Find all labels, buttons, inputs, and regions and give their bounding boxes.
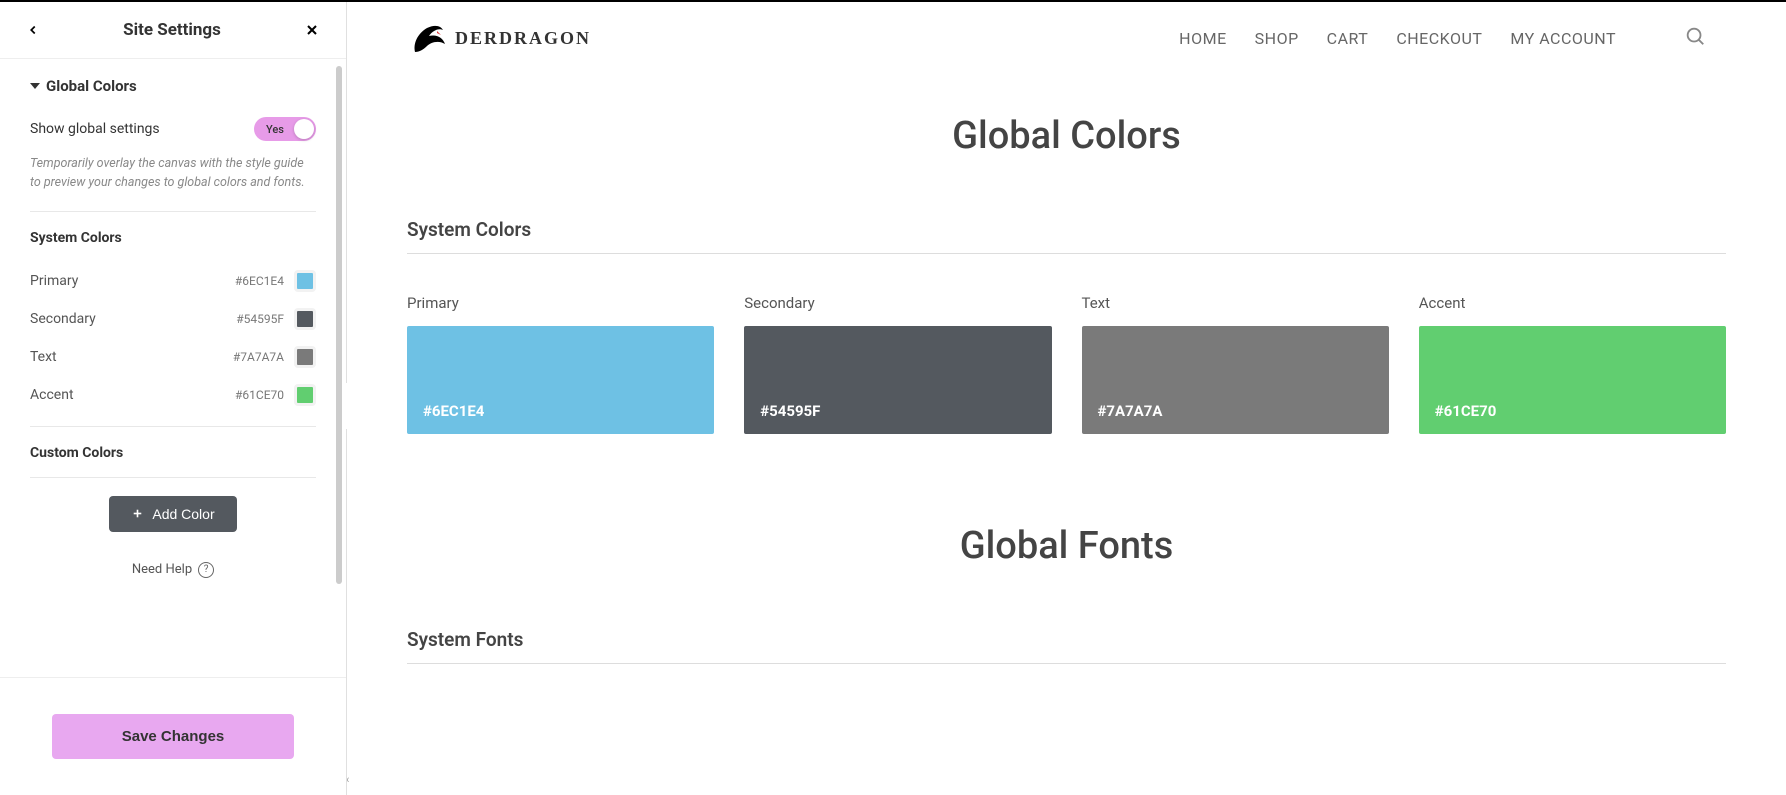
settings-sidebar: Site Settings Global Colors Show global … bbox=[0, 2, 347, 795]
swatch-label: Accent bbox=[1419, 294, 1726, 312]
custom-colors-title: Custom Colors bbox=[30, 445, 316, 461]
save-changes-button[interactable]: Save Changes bbox=[52, 714, 294, 759]
sidebar-title: Site Settings bbox=[123, 20, 221, 40]
color-swatch-accent[interactable] bbox=[294, 384, 316, 406]
global-fonts-heading: Global Fonts bbox=[407, 524, 1726, 568]
color-row-secondary: Secondary #54595F bbox=[30, 300, 316, 338]
rule bbox=[407, 663, 1726, 664]
toggle-knob bbox=[294, 119, 314, 139]
swatch-card-primary: Primary #6EC1E4 bbox=[407, 294, 714, 434]
swatch-block: #7A7A7A bbox=[1082, 326, 1389, 434]
color-row-primary: Primary #6EC1E4 bbox=[30, 262, 316, 300]
preview-pane: DERDRAGON HOME SHOP CART CHECKOUT MY ACC… bbox=[347, 0, 1786, 795]
search-button[interactable] bbox=[1684, 25, 1706, 51]
need-help-label: Need Help bbox=[132, 562, 192, 577]
color-name: Primary bbox=[30, 273, 78, 289]
swatch-hex: #61CE70 bbox=[1435, 402, 1497, 420]
site-logo[interactable]: DERDRAGON bbox=[407, 16, 591, 60]
color-name: Secondary bbox=[30, 311, 96, 327]
color-hex: #6EC1E4 bbox=[235, 274, 284, 288]
close-button[interactable] bbox=[300, 18, 324, 42]
nav-link-account[interactable]: MY ACCOUNT bbox=[1510, 29, 1616, 48]
color-hex: #61CE70 bbox=[235, 388, 284, 402]
preview-content: Global Colors System Colors Primary #6EC… bbox=[347, 74, 1786, 744]
color-name: Text bbox=[30, 349, 57, 365]
swatch-block: #61CE70 bbox=[1419, 326, 1726, 434]
search-icon bbox=[1684, 25, 1706, 47]
nav-link-shop[interactable]: SHOP bbox=[1255, 29, 1299, 48]
sidebar-header: Site Settings bbox=[0, 2, 346, 59]
color-name: Accent bbox=[30, 387, 74, 403]
section-label: Global Colors bbox=[46, 77, 137, 95]
sidebar-body: Global Colors Show global settings Yes T… bbox=[0, 59, 346, 677]
swatch-label: Primary bbox=[407, 294, 714, 312]
swatch-hex: #6EC1E4 bbox=[423, 402, 484, 420]
color-row-text: Text #7A7A7A bbox=[30, 338, 316, 376]
show-global-label: Show global settings bbox=[30, 121, 160, 137]
system-colors-heading: System Colors bbox=[407, 218, 1726, 241]
color-swatch-text[interactable] bbox=[294, 346, 316, 368]
chevron-left-icon: ‹ bbox=[347, 773, 360, 787]
show-global-settings-row: Show global settings Yes bbox=[30, 117, 316, 141]
help-text: Temporarily overlay the canvas with the … bbox=[30, 155, 316, 193]
caret-down-icon bbox=[30, 81, 40, 91]
chevron-left-icon bbox=[26, 23, 40, 37]
dragon-logo-icon bbox=[407, 16, 451, 60]
section-toggle-global-colors[interactable]: Global Colors bbox=[30, 77, 316, 95]
swatch-card-accent: Accent #61CE70 bbox=[1419, 294, 1726, 434]
swatch-label: Text bbox=[1082, 294, 1389, 312]
color-hex: #7A7A7A bbox=[233, 350, 284, 364]
divider bbox=[30, 477, 316, 478]
divider bbox=[30, 426, 316, 427]
back-button[interactable] bbox=[22, 19, 44, 41]
toggle-text: Yes bbox=[266, 123, 284, 136]
plus-icon bbox=[131, 507, 144, 520]
logo-text: DERDRAGON bbox=[455, 28, 591, 49]
color-swatch-secondary[interactable] bbox=[294, 308, 316, 330]
swatch-card-secondary: Secondary #54595F bbox=[744, 294, 1051, 434]
system-fonts-heading: System Fonts bbox=[407, 628, 1726, 651]
rule bbox=[407, 253, 1726, 254]
swatch-hex: #54595F bbox=[760, 402, 820, 420]
nav-link-cart[interactable]: CART bbox=[1327, 29, 1369, 48]
swatch-label: Secondary bbox=[744, 294, 1051, 312]
site-topbar: DERDRAGON HOME SHOP CART CHECKOUT MY ACC… bbox=[347, 2, 1786, 74]
divider bbox=[30, 211, 316, 212]
swatch-grid: Primary #6EC1E4 Secondary #54595F Text #… bbox=[407, 294, 1726, 434]
nav-link-checkout[interactable]: CHECKOUT bbox=[1396, 29, 1482, 48]
scrollbar[interactable] bbox=[336, 66, 342, 655]
add-color-button[interactable]: Add Color bbox=[109, 496, 236, 532]
sidebar-footer: Save Changes bbox=[0, 677, 346, 795]
show-global-toggle[interactable]: Yes bbox=[254, 117, 316, 141]
swatch-block: #54595F bbox=[744, 326, 1051, 434]
add-color-label: Add Color bbox=[152, 506, 214, 522]
swatch-hex: #7A7A7A bbox=[1098, 402, 1163, 420]
swatch-block: #6EC1E4 bbox=[407, 326, 714, 434]
need-help-link[interactable]: Need Help ? bbox=[30, 562, 316, 578]
global-colors-heading: Global Colors bbox=[407, 114, 1726, 158]
swatch-card-text: Text #7A7A7A bbox=[1082, 294, 1389, 434]
close-icon bbox=[304, 22, 320, 38]
help-icon: ? bbox=[198, 562, 214, 578]
color-hex: #54595F bbox=[236, 312, 284, 326]
color-row-accent: Accent #61CE70 bbox=[30, 376, 316, 414]
scrollbar-thumb[interactable] bbox=[336, 66, 342, 584]
system-colors-title: System Colors bbox=[30, 230, 316, 246]
color-swatch-primary[interactable] bbox=[294, 270, 316, 292]
main-nav: HOME SHOP CART CHECKOUT MY ACCOUNT bbox=[1179, 25, 1706, 51]
nav-link-home[interactable]: HOME bbox=[1179, 29, 1226, 48]
